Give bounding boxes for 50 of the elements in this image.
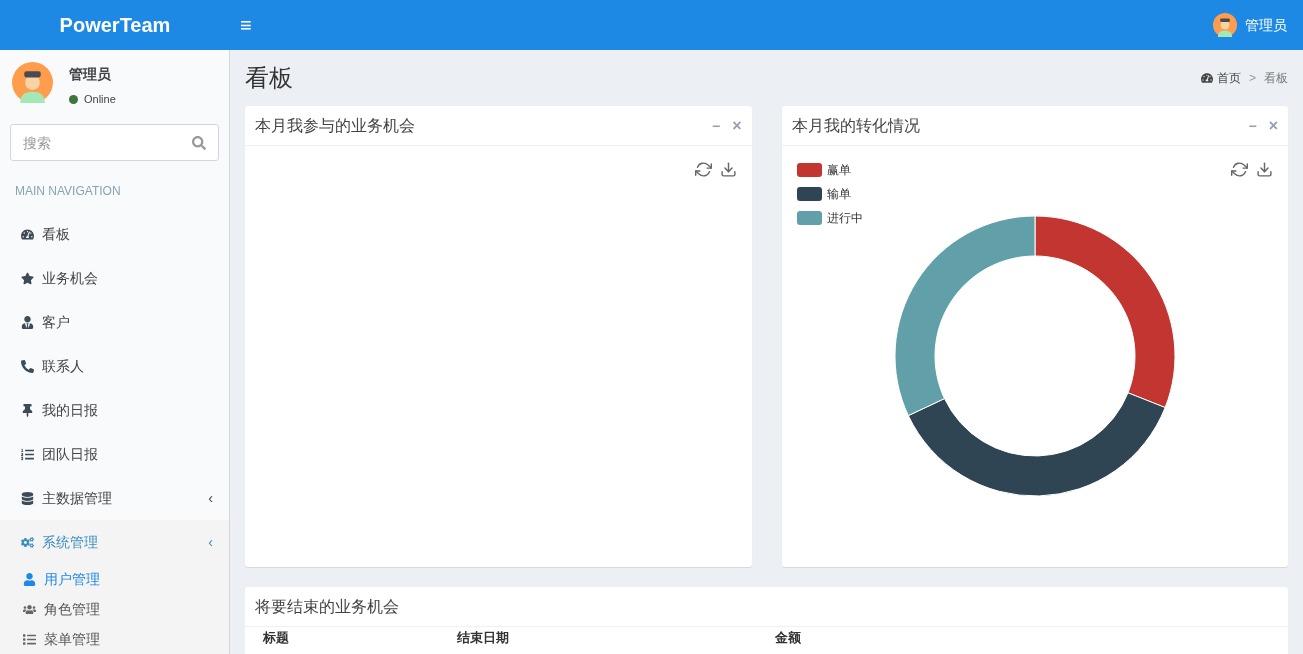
nav-item[interactable]: 业务机会: [0, 256, 229, 300]
list-icon: [23, 632, 36, 646]
user-avatar-icon: [1213, 13, 1237, 37]
refresh-icon[interactable]: [694, 161, 712, 178]
user-name[interactable]: 管理员: [1245, 14, 1287, 36]
section-heading: MAIN NAVIGATION: [14, 183, 122, 200]
panel-title: 本月我参与的业务机会: [255, 115, 415, 136]
panel-title: 将要结束的业务机会: [255, 596, 399, 617]
nav-item[interactable]: 主数据管理 ‹: [0, 476, 229, 520]
refresh-icon[interactable]: [1231, 161, 1248, 178]
legend-label[interactable]: 进行中: [826, 209, 863, 227]
user-icon: [23, 572, 36, 586]
numbered-list-icon: [21, 447, 34, 461]
nav-item[interactable]: 看板: [0, 212, 229, 256]
download-icon[interactable]: [1256, 161, 1273, 178]
page-title: 看板: [245, 63, 293, 93]
download-icon[interactable]: [719, 161, 737, 178]
profile-name: 管理员: [69, 65, 112, 84]
column-header[interactable]: 标题: [263, 630, 457, 645]
brand-logo[interactable]: PowerTeam: [0, 10, 230, 40]
dashboard-icon: [1201, 72, 1213, 84]
phone-icon: [21, 359, 34, 373]
nav-item[interactable]: 联系人: [0, 344, 229, 388]
star-icon: [21, 271, 34, 285]
panel-title: 本月我的转化情况: [791, 115, 920, 136]
user-tie-icon: [21, 315, 34, 329]
profile-avatar-icon: [12, 62, 53, 103]
search-icon[interactable]: [192, 136, 206, 150]
users-icon: [23, 602, 36, 616]
column-header[interactable]: 金额: [775, 630, 1270, 645]
search-field[interactable]: 搜索: [10, 124, 219, 161]
nav-item[interactable]: 客户: [0, 300, 229, 344]
column-header[interactable]: 结束日期: [457, 630, 775, 645]
breadcrumb-current: 看板: [1264, 70, 1288, 87]
pin-icon: [21, 403, 34, 417]
status-label: Online: [84, 92, 116, 107]
breadcrumb-separator: >: [1249, 70, 1256, 87]
legend-label[interactable]: 输单: [826, 185, 851, 203]
nav-subitem[interactable]: 角色管理: [0, 594, 229, 624]
dashboard-icon: [21, 227, 34, 241]
legend-label[interactable]: 赢单: [826, 161, 851, 179]
gears-icon: [21, 535, 34, 549]
nav-item[interactable]: 团队日报: [0, 432, 229, 476]
nav-subitem[interactable]: 菜单管理: [0, 624, 229, 654]
menu-toggle-button[interactable]: ≡: [240, 15, 252, 35]
nav-item[interactable]: 我的日报: [0, 388, 229, 432]
breadcrumb-link[interactable]: 首页: [1217, 69, 1241, 87]
nav-subitem[interactable]: 用户管理: [0, 564, 229, 594]
database-icon: [21, 491, 34, 505]
nav-item[interactable]: 系统管理 ‹: [0, 520, 229, 564]
